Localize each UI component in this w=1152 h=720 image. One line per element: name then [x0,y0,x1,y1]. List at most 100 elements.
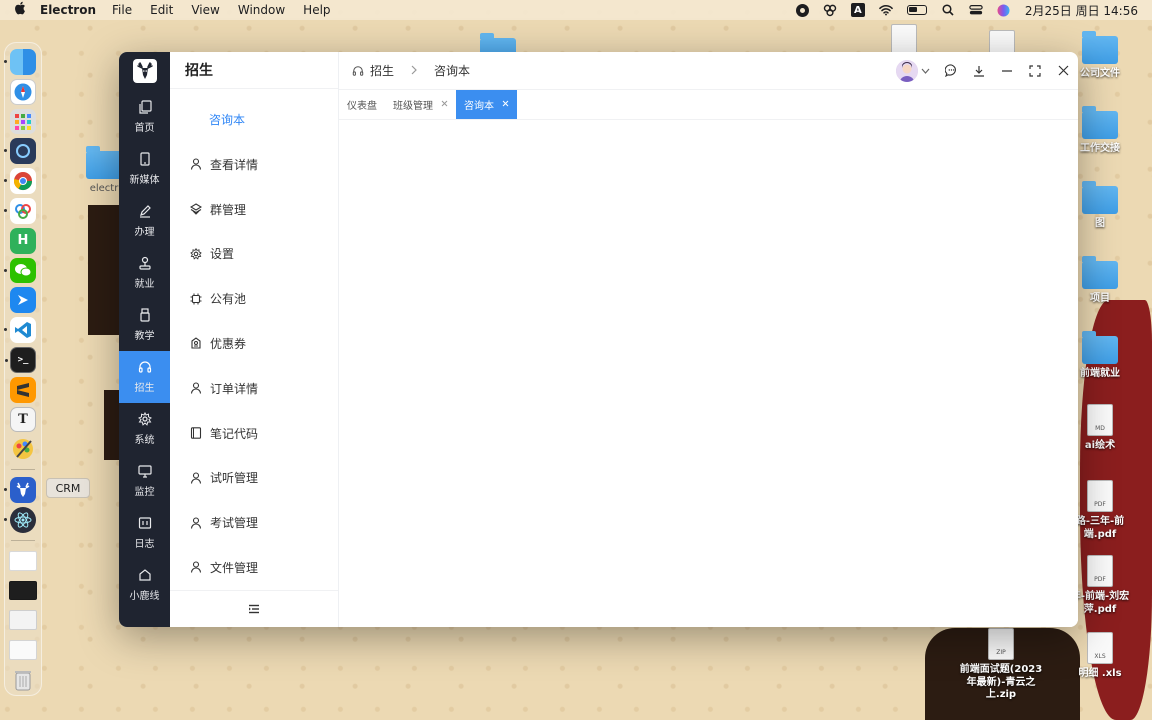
spotlight-search-icon[interactable] [941,3,955,17]
submenu-item-label: 优惠券 [210,336,247,351]
launchpad-icon[interactable] [10,108,36,135]
breadcrumb-item[interactable]: 招生 [370,62,394,79]
tab-consult-book[interactable]: 咨询本 [456,90,517,119]
submenu-item-label: 试听管理 [210,471,259,486]
vscode-icon[interactable] [4,317,36,343]
submenu-item-view-details[interactable]: 查看详情 [170,142,338,187]
submenu-item-public-pool[interactable]: 公有池 [170,276,338,321]
feishu-lark-icon[interactable] [10,287,36,314]
group-icon [190,203,202,215]
breadcrumb: 招生 咨询本 [352,62,470,79]
pdf-file-icon: PDF [1087,480,1113,512]
menu-window[interactable]: Window [238,3,285,17]
minimized-window-thumbnail[interactable] [9,640,37,661]
minimize-icon[interactable] [1000,64,1014,78]
nav-item-label: 监控 [134,487,155,498]
minimized-window-thumbnail[interactable] [9,550,37,571]
menu-view[interactable]: View [191,3,219,17]
primary-nav: 首页 新媒体 办理 就业 教学 招生 系统 监控 日志 小鹿线 [119,52,170,627]
nav-item-employment[interactable]: 就业 [119,247,170,299]
nav-item-process[interactable]: 办理 [119,195,170,247]
wifi-icon[interactable] [879,3,893,17]
submenu-item-notes-code[interactable]: 笔记代码 [170,411,338,456]
battery-icon[interactable] [906,5,927,15]
download-icon[interactable] [972,64,986,78]
minimized-window-thumbnail[interactable] [9,580,37,601]
submenu-item-consult-book[interactable]: 咨询本 [170,97,338,142]
nav-item-new-media[interactable]: 新媒体 [119,143,170,195]
chrome-icon[interactable] [4,168,36,194]
input-method-icon[interactable]: A [850,3,865,17]
nav-item-label: 日志 [134,539,155,550]
nav-item-label: 首页 [134,123,155,134]
wallpaper-figure [88,205,120,335]
submenu-item-order-details[interactable]: 订单详情 [170,366,338,411]
user-icon [190,561,202,574]
menu-bar-clock[interactable]: 2月25日 周日 14:56 [1025,2,1138,19]
finder-icon[interactable] [4,49,36,75]
submenu-item-exam-management[interactable]: 考试管理 [170,500,338,545]
zip-file-icon: ZIP [988,628,1014,660]
nav-item-teaching[interactable]: 教学 [119,299,170,351]
control-center-icon[interactable] [969,3,983,17]
page-tabs: 仪表盘 班级管理 咨询本 [339,90,1078,120]
wechat-icon[interactable] [4,257,36,284]
desktop-file[interactable]: ZIP 前端面试题(2023年最新)-青云之上.zip [956,628,1046,702]
submenu-item-file-management[interactable]: 文件管理 [170,545,338,590]
nav-item-enrollment[interactable]: 招生 [119,351,170,403]
tab-close-icon[interactable] [441,99,448,110]
user-icon [190,382,202,394]
submenu-item-trial-management[interactable]: 试听管理 [170,455,338,500]
terminal-icon[interactable]: >_ [5,346,36,373]
submenu-item-settings[interactable]: 设置 [170,232,338,277]
user-avatar-menu[interactable] [896,59,930,82]
hbuilder-icon[interactable]: H [10,227,36,254]
nav-item-monitor[interactable]: 监控 [119,455,170,507]
trash-icon[interactable] [10,667,36,693]
color-palette-app-icon[interactable] [10,436,36,462]
main-area: 招生 咨询本 仪表盘 班级管理 咨询本 [339,52,1078,627]
baidu-netdisk-icon[interactable] [4,198,36,224]
apple-menu-icon[interactable] [0,1,40,19]
close-icon[interactable] [1056,64,1070,78]
sublime-text-icon[interactable] [10,376,36,403]
crm-app-icon[interactable] [4,477,36,503]
menu-help[interactable]: Help [303,3,330,17]
tab-dashboard[interactable]: 仪表盘 [339,90,385,119]
submenu-item-label: 笔记代码 [210,426,259,441]
nav-item-system[interactable]: 系统 [119,403,170,455]
electron-app-icon[interactable] [4,506,36,533]
submenu-item-label: 公有池 [210,292,247,307]
menu-edit[interactable]: Edit [150,3,173,17]
maximize-icon[interactable] [1028,64,1042,78]
safari-icon[interactable] [10,78,36,105]
submenu-item-label: 查看详情 [210,157,259,172]
dock-separator [11,469,35,471]
submenu-item-group-management[interactable]: 群管理 [170,187,338,232]
menu-collapse-button[interactable] [170,589,338,627]
message-icon[interactable] [944,64,958,78]
dock-tooltip: CRM [46,478,90,498]
siri-icon[interactable] [997,3,1011,17]
record-status-icon[interactable] [795,3,809,17]
desktop-icon-label: 前端面试题(2023年最新)-青云之上.zip [959,664,1043,700]
nav-item-home[interactable]: 首页 [119,91,170,143]
nav-item-logs[interactable]: 日志 [119,507,170,559]
typora-icon[interactable]: T [10,406,36,433]
tab-close-icon[interactable] [502,99,509,110]
screenshot-app-icon[interactable] [4,138,36,165]
active-app-name[interactable]: Electron [40,3,96,17]
collapse-menu-icon [249,604,259,614]
home-icon [138,569,151,581]
tab-label: 咨询本 [464,101,494,112]
joystick-icon [138,256,151,270]
cloud-sync-icon[interactable] [823,3,837,17]
desktop-file[interactable]: XLS 明细 .xls [1060,632,1140,681]
minimized-window-thumbnail[interactable] [9,610,37,631]
submenu-item-coupons[interactable]: 优惠券 [170,321,338,366]
menu-file[interactable]: File [112,3,132,17]
nav-item-label: 小鹿线 [129,591,160,602]
tab-class-management[interactable]: 班级管理 [385,90,456,119]
nav-item-xiaolu[interactable]: 小鹿线 [119,559,170,611]
chip-icon [190,293,202,305]
